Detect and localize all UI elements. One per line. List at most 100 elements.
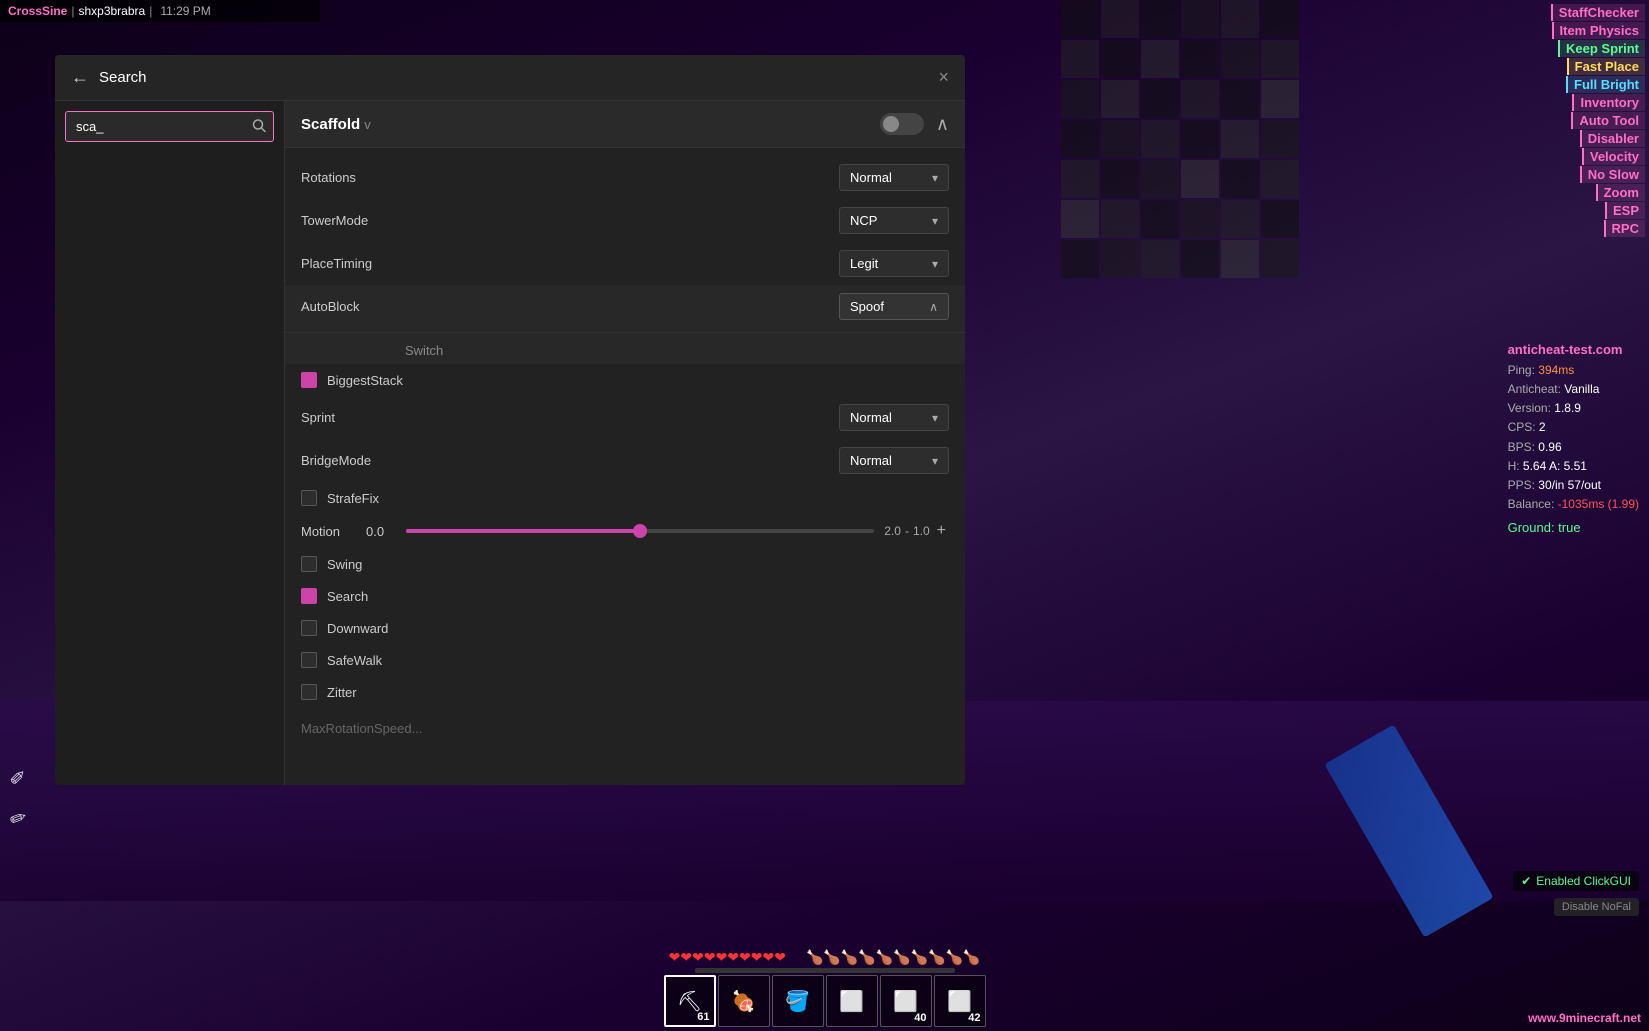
site-label: anticheat-test.com (1508, 340, 1639, 361)
scaffold-collapse-button[interactable]: ∧ (936, 114, 949, 135)
search-icon (252, 118, 266, 132)
hotbar-slot-5[interactable]: ⬜ 40 (880, 975, 932, 1027)
stat-balance: Balance: -1035ms (1.99) (1508, 495, 1639, 514)
motion-slider-thumb[interactable] (633, 524, 647, 538)
panel-header: ← Search × (55, 55, 965, 101)
rotations-label: Rotations (301, 170, 839, 185)
scaffold-tag: v (364, 117, 371, 132)
module-velocity: Velocity (1582, 148, 1645, 165)
placetiming-chevron-icon: ▾ (932, 257, 938, 271)
motion-slider-track[interactable] (406, 529, 874, 533)
search-container (65, 111, 274, 142)
stats-box: anticheat-test.com Ping: 394ms Anticheat… (1508, 340, 1639, 539)
health-bar: ❤❤❤❤❤❤❤❤❤❤ (669, 949, 786, 966)
safewalk-label: SafeWalk (327, 653, 382, 668)
panel-title: Search (99, 69, 147, 86)
scaffold-settings: Rotations Normal ▾ TowerMode NCP ▾ (285, 148, 965, 756)
module-inventory: Inventory (1572, 94, 1645, 111)
clickgui-badge: ✔ Enabled ClickGUI (1513, 871, 1639, 891)
strafefix-label: StrafeFix (327, 491, 379, 506)
username: shxp3brabra (78, 4, 145, 18)
xp-bar (695, 968, 955, 973)
autoblock-switch-option[interactable]: Switch (285, 337, 965, 364)
autoblock-dropdown[interactable]: Spoof ∧ (839, 293, 949, 320)
module-noslow: No Slow (1580, 166, 1645, 183)
bridgemode-value: Normal (850, 453, 892, 468)
autoblock-divider (285, 332, 965, 333)
search-label: Search (327, 589, 368, 604)
status-bars: ❤❤❤❤❤❤❤❤❤❤ 🍗🍗🍗🍗🍗🍗🍗🍗🍗🍗 (669, 949, 981, 966)
hotbar-slot-6-count: 42 (968, 1012, 980, 1024)
module-disabler: Disabler (1580, 130, 1645, 147)
sprint-row: Sprint Normal ▾ (285, 396, 965, 439)
strafefix-checkbox[interactable] (301, 490, 317, 506)
search-indicator (301, 588, 317, 604)
search-input[interactable] (65, 111, 274, 142)
hud-bottom: ❤❤❤❤❤❤❤❤❤❤ 🍗🍗🍗🍗🍗🍗🍗🍗🍗🍗 ⛏ 61 🍖 🪣 ⬜ ⬜ 40 (664, 949, 986, 1031)
hotbar-slot-2[interactable]: 🍖 (718, 975, 770, 1027)
hotbar-slot-6-icon: ⬜ (947, 989, 972, 1014)
stat-version: Version: 1.8.9 (1508, 399, 1639, 418)
rotations-row: Rotations Normal ▾ (285, 156, 965, 199)
swing-row: Swing (285, 548, 965, 580)
sprint-dropdown[interactable]: Normal ▾ (839, 404, 949, 431)
hotbar-slot-5-icon: ⬜ (893, 989, 918, 1014)
stat-h: H: 5.64 A: 5.51 (1508, 457, 1639, 476)
main-panel: ← Search × Scaffold v (55, 55, 965, 785)
module-fastplace: Fast Place (1567, 58, 1645, 75)
towermode-dropdown[interactable]: NCP ▾ (839, 207, 949, 234)
panel-body: Scaffold v ∧ Rotations Normal ▾ (55, 101, 965, 785)
safewalk-checkbox[interactable] (301, 652, 317, 668)
stat-ping: Ping: 394ms (1508, 361, 1639, 380)
scaffold-title: Scaffold (301, 116, 360, 133)
stat-pps: PPS: 30/in 57/out (1508, 476, 1639, 495)
module-itemphysics: Item Physics (1552, 22, 1646, 39)
hotbar-slot-1-count: 61 (697, 1011, 709, 1023)
module-zoom: Zoom (1596, 184, 1645, 201)
downward-checkbox[interactable] (301, 620, 317, 636)
disable-nofal-label: Disable NoFal (1562, 901, 1631, 913)
stat-ground: Ground: true (1508, 518, 1639, 539)
towermode-row: TowerMode NCP ▾ (285, 199, 965, 242)
scaffold-toggle-area: ∧ (880, 113, 949, 135)
motion-value: 0.0 (366, 524, 396, 539)
rotations-dropdown[interactable]: Normal ▾ (839, 164, 949, 191)
autoblock-section: AutoBlock Spoof ∧ Switch (285, 285, 965, 364)
scaffold-enable-toggle[interactable] (880, 113, 924, 135)
towermode-value: NCP (850, 213, 877, 228)
strafefix-row: StrafeFix (285, 482, 965, 514)
placetiming-value: Legit (850, 256, 878, 271)
autoblock-chevron-icon: ∧ (929, 300, 938, 314)
bridgemode-dropdown[interactable]: Normal ▾ (839, 447, 949, 474)
food-bar: 🍗🍗🍗🍗🍗🍗🍗🍗🍗🍗 (806, 949, 980, 966)
zitter-checkbox[interactable] (301, 684, 317, 700)
stat-anticheat: Anticheat: Vanilla (1508, 380, 1639, 399)
motion-label: Motion (301, 524, 356, 539)
title-bar: CrossSine | shxp3brabra | 11:29 PM (0, 0, 320, 22)
hotbar-slot-1[interactable]: ⛏ 61 (664, 975, 716, 1027)
sprint-value: Normal (850, 410, 892, 425)
left-sidebar (55, 101, 285, 785)
sprint-label: Sprint (301, 410, 839, 425)
module-keepsprint: Keep Sprint (1558, 40, 1645, 57)
close-button[interactable]: × (938, 67, 949, 88)
title-separator-2: | (149, 4, 152, 18)
toggle-knob (883, 116, 899, 132)
disable-nofal-badge[interactable]: Disable NoFal (1554, 898, 1639, 916)
hotbar-slot-4[interactable]: ⬜ (826, 975, 878, 1027)
module-esp: ESP (1605, 202, 1645, 219)
swing-checkbox[interactable] (301, 556, 317, 572)
module-list: StaffChecker Item Physics Keep Sprint Fa… (1547, 0, 1649, 241)
clickgui-label: Enabled ClickGUI (1536, 874, 1631, 888)
scaffold-header: Scaffold v ∧ (285, 101, 965, 148)
search-icon-button[interactable] (252, 118, 266, 135)
hotbar-slot-3-icon: 🪣 (785, 989, 810, 1014)
placetiming-dropdown[interactable]: Legit ▾ (839, 250, 949, 277)
hotbar-slot-3[interactable]: 🪣 (772, 975, 824, 1027)
hotbar-slot-6[interactable]: ⬜ 42 (934, 975, 986, 1027)
back-button[interactable]: ← (71, 67, 89, 88)
bridgemode-chevron-icon: ▾ (932, 454, 938, 468)
placetiming-row: PlaceTiming Legit ▾ (285, 242, 965, 285)
motion-increment-button[interactable]: + (934, 522, 949, 540)
hotbar-slot-1-icon: ⛏ (677, 989, 702, 1014)
